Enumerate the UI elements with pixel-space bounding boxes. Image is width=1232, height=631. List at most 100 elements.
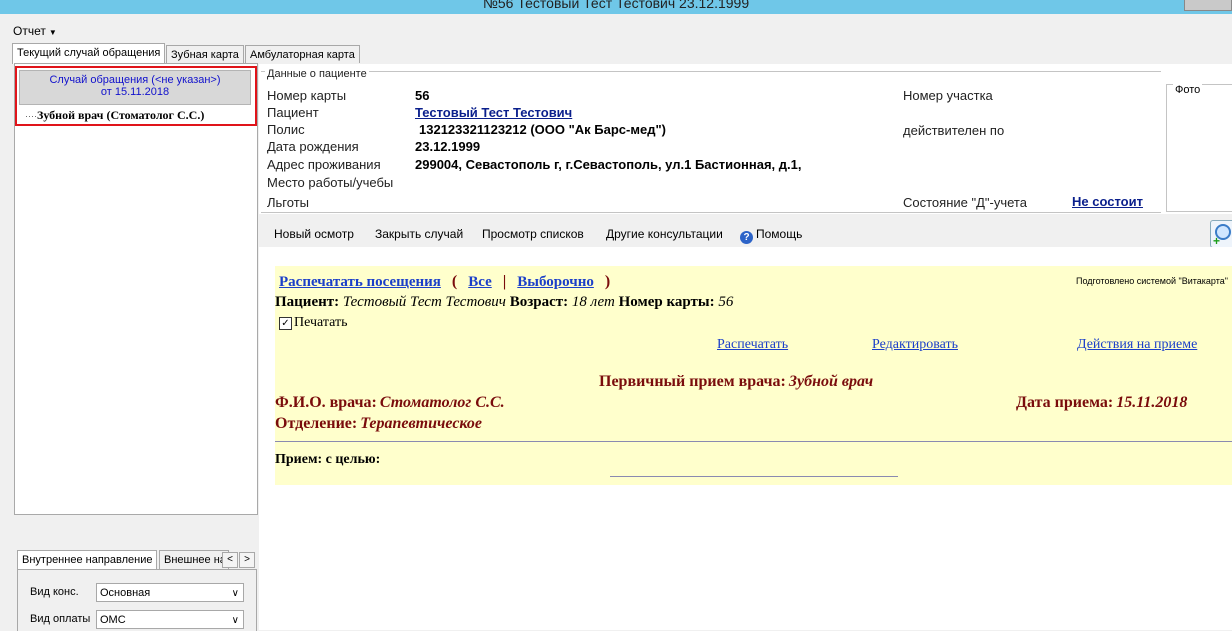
doc-card-number: 56 <box>718 294 734 310</box>
payment-type-value: ОМС <box>100 614 126 626</box>
patient-name-link[interactable]: Тестовый Тест Тестович <box>415 105 572 120</box>
visit-actions-link-label: Действия на приеме <box>1077 337 1198 352</box>
chevron-down-icon: ∨ <box>231 588 239 599</box>
zoom-add-button[interactable]: + <box>1210 220 1232 248</box>
visit-document: Распечатать посещения ( Все | Выборочно … <box>275 266 1232 485</box>
photo-frame: Фото <box>1166 84 1232 212</box>
print-visits-link[interactable]: Распечатать посещения <box>279 274 441 290</box>
close-case-button[interactable]: Закрыть случай <box>375 227 463 241</box>
case-tree-panel: Случай обращения (<не указан>) от 15.11.… <box>14 63 258 515</box>
patient-summary-row: Пациент: Тестовый Тест Тестович Возраст:… <box>275 294 733 311</box>
doctor-value: Стоматолог С.С. <box>379 394 505 411</box>
doc-age-value: 18 лет <box>571 294 615 310</box>
dispensary-status-label: Состояние "Д"-учета <box>903 195 1027 210</box>
new-exam-button[interactable]: Новый осмотр <box>274 227 354 241</box>
tab-scroll-left-button[interactable]: < <box>222 552 238 568</box>
district-number-label: Номер участка <box>903 88 993 103</box>
doc-patient-name: Тестовый Тест Тестович <box>342 294 506 310</box>
birth-date-label: Дата рождения <box>267 139 359 154</box>
address-value: 299004, Севастополь г, г.Севастополь, ул… <box>415 157 802 172</box>
doctor-row: Ф.И.О. врача: Стоматолог С.С. <box>275 394 505 412</box>
link-separator: | <box>502 273 507 290</box>
print-link-label: Распечатать <box>717 337 789 352</box>
case-header[interactable]: Случай обращения (<не указан>) от 15.11.… <box>19 70 251 105</box>
view-lists-button[interactable]: Просмотр списков <box>482 227 584 241</box>
tree-connector: ···· <box>25 111 37 121</box>
menu-bar: Отчет ▼ <box>0 20 1232 40</box>
department-row: Отделение: Терапевтическое <box>275 415 482 433</box>
visit-date-label: Дата приема: <box>1016 394 1114 411</box>
case-header-date: от 15.11.2018 <box>100 86 170 98</box>
tab-outpatient-card[interactable]: Амбулаторная карта <box>245 45 360 63</box>
visit-goal-field[interactable] <box>610 476 898 477</box>
birth-date-value: 23.12.1999 <box>415 139 481 154</box>
title-bar: №56 Тестовый Тест Тестович 23.12.1999 <box>0 0 1232 14</box>
patient-label: Пациент <box>267 105 319 120</box>
plus-icon: + <box>1213 234 1221 248</box>
visit-heading-label: Первичный прием врача: <box>599 373 786 390</box>
consult-type-value: Основная <box>100 587 151 599</box>
visit-heading: Первичный прием врача: Зубной врач <box>599 373 873 391</box>
edit-link-label: Редактировать <box>872 337 958 352</box>
close-paren: ) <box>604 273 611 290</box>
work-place-label: Место работы/учебы <box>267 175 394 190</box>
print-checkbox[interactable]: ✓ <box>279 317 292 330</box>
close-window-button[interactable] <box>1184 0 1232 11</box>
policy-label: Полис <box>267 122 305 137</box>
section-divider <box>261 71 1161 72</box>
photo-label: Фото <box>1173 84 1203 96</box>
department-label: Отделение: <box>275 415 358 432</box>
address-label: Адрес проживания <box>267 157 381 172</box>
menu-report[interactable]: Отчет ▼ <box>13 24 57 38</box>
chevron-down-icon: ▼ <box>48 28 57 37</box>
referral-panel: Внутреннее направление Внешнее на < > Ви… <box>14 544 257 631</box>
visit-goal-label: Прием: с целью: <box>275 452 381 467</box>
patient-section-title: Данные о пациенте <box>265 68 369 80</box>
card-number-value: 56 <box>415 88 430 103</box>
doctor-label: Ф.И.О. врача: <box>275 394 377 411</box>
print-selective-link[interactable]: Выборочно <box>517 274 594 290</box>
policy-value: 132123321123212 (ООО "Ак Барс-мед") <box>419 122 666 137</box>
doc-card-label: Номер карты: <box>618 294 715 310</box>
help-button[interactable]: ? Помощь <box>740 227 802 244</box>
case-header-title: Случай обращения (<не указан>) <box>49 74 221 86</box>
chevron-down-icon: ∨ <box>231 615 239 626</box>
visit-heading-value: Зубной врач <box>788 373 874 390</box>
tab-external-referral[interactable]: Внешнее на <box>159 550 229 569</box>
print-checkbox-row: ✓ Печатать <box>279 315 348 331</box>
payment-type-select[interactable]: ОМС ∨ <box>96 610 244 629</box>
print-all-link[interactable]: Все <box>468 274 492 290</box>
consult-type-select[interactable]: Основная ∨ <box>96 583 244 602</box>
visit-document-view: Распечатать посещения ( Все | Выборочно … <box>259 247 1232 630</box>
help-icon: ? <box>740 231 753 244</box>
case-selection-highlight: Случай обращения (<не указан>) от 15.11.… <box>15 66 257 126</box>
section-divider <box>261 212 1161 213</box>
tab-dental-chart[interactable]: Зубная карта <box>166 45 244 63</box>
window-title: №56 Тестовый Тест Тестович 23.12.1999 <box>482 0 750 11</box>
benefits-label: Льготы <box>267 195 310 210</box>
card-number-label: Номер карты <box>267 88 347 103</box>
visit-date-row: Дата приема: 15.11.2018 <box>1016 394 1187 412</box>
menu-report-label: Отчет <box>13 24 46 38</box>
department-value: Терапевтическое <box>360 415 483 432</box>
case-tree-item-label: Зубной врач (Стоматолог С.С.) <box>37 108 205 122</box>
action-toolbar: Новый осмотр Закрыть случай Просмотр спи… <box>259 220 1232 248</box>
visit-actions-link[interactable]: Действия на приеме <box>1077 337 1197 353</box>
edit-link[interactable]: Редактировать <box>872 337 958 353</box>
patient-info-panel: Данные о пациенте Номер карты 56 Пациент… <box>259 64 1232 214</box>
visit-date-value: 15.11.2018 <box>1116 394 1188 411</box>
payment-type-label: Вид оплаты <box>30 613 91 625</box>
tab-scroll-right-button[interactable]: > <box>239 552 255 568</box>
policy-valid-label: действителен по <box>903 123 1005 138</box>
case-tree-item[interactable]: ····Зубной врач (Стоматолог С.С.) <box>25 108 204 123</box>
tab-current-case[interactable]: Текущий случай обращения <box>12 43 166 64</box>
open-paren: ( <box>451 273 458 290</box>
print-link[interactable]: Распечатать <box>717 337 788 353</box>
doc-age-label: Возраст: <box>509 294 569 310</box>
prepared-by-note: Подготовлено системой "Витакарта" <box>1076 276 1228 286</box>
tab-internal-referral[interactable]: Внутреннее направление <box>17 550 158 569</box>
print-checkbox-label: Печатать <box>294 315 348 330</box>
dispensary-status-link[interactable]: Не состоит <box>1072 194 1143 209</box>
other-consults-button[interactable]: Другие консультации <box>606 227 723 241</box>
help-button-label: Помощь <box>756 227 803 241</box>
